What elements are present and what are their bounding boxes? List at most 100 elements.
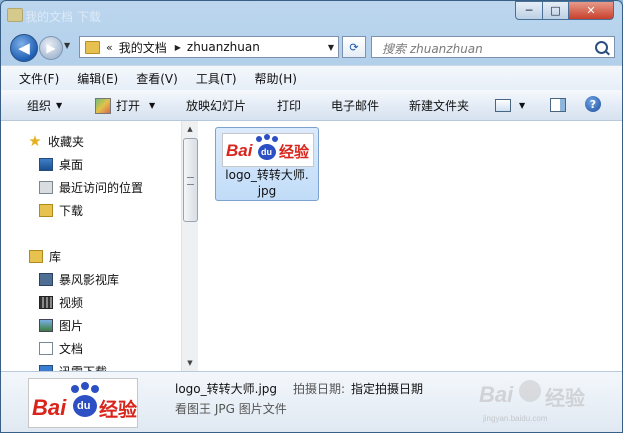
navigation-scrollbar[interactable]: ▲ ▼	[181, 121, 198, 371]
maximize-button[interactable]: □	[542, 1, 569, 20]
menu-help[interactable]: 帮助(H)	[251, 70, 301, 87]
paw-icon	[71, 385, 79, 393]
close-button[interactable]: ✕	[568, 1, 614, 20]
file-name-line: jpg	[257, 184, 277, 198]
tree-label: 迅雷下载	[59, 363, 107, 372]
paw-icon	[272, 136, 278, 142]
film-icon	[39, 295, 53, 309]
watermark-logo: Bai	[479, 382, 514, 407]
open-button[interactable]: 打开 ▼	[95, 97, 155, 114]
downloads-folder-icon	[39, 203, 53, 217]
watermark: Bai 经验 jingyan.baidu.com	[471, 376, 621, 426]
tree-libraries[interactable]: 库	[1, 245, 181, 267]
file-name: logo_转转大师. jpg	[216, 167, 318, 199]
date-taken-value[interactable]: 指定拍摄日期	[351, 380, 423, 397]
email-label: 电子邮件	[331, 99, 380, 113]
file-thumbnail: Bai du 经验	[222, 133, 314, 167]
tree-label: 暴风影视库	[59, 272, 120, 287]
grip-icon	[187, 177, 194, 185]
file-item[interactable]: Bai du 经验 logo_转转大师. jpg	[215, 127, 319, 201]
help-button[interactable]: ?	[585, 96, 601, 112]
scroll-down-icon[interactable]: ▼	[182, 355, 198, 371]
watermark-text: 经验	[545, 388, 585, 410]
tree-label: 桌面	[59, 157, 84, 172]
help-icon: ?	[585, 96, 601, 112]
search-placeholder: 搜索 zhuanzhuan	[382, 42, 483, 56]
refresh-button[interactable]: ⟳	[342, 36, 366, 58]
logo-jingyan: 经验	[99, 400, 138, 421]
video-library-icon	[39, 272, 53, 286]
breadcrumb-zhuanzhuan[interactable]: zhuanzhuan	[187, 40, 260, 54]
breadcrumb-separator-icon[interactable]: ▶	[175, 43, 181, 52]
tree-label: 图片	[59, 318, 84, 333]
command-bar: 组织 ▼ 打开 ▼ 放映幻灯片 打印 电子邮件 新建文件夹 ▼ ?	[1, 90, 622, 121]
tree-item-pictures[interactable]: 图片	[1, 314, 181, 336]
logo-jingyan: 经验	[279, 144, 310, 161]
address-overflow-chevron[interactable]: «	[106, 41, 113, 54]
print-label: 打印	[277, 99, 302, 113]
logo-du: du	[77, 400, 91, 412]
forward-button[interactable]: ▶	[39, 36, 63, 60]
breadcrumb-my-documents[interactable]: 我的文档	[119, 39, 167, 56]
tree-label: 收藏夹	[48, 134, 85, 149]
image-viewer-icon	[95, 97, 111, 114]
tree-favorites[interactable]: ★ 收藏夹	[1, 130, 181, 152]
address-bar[interactable]: « 我的文档 ▶ zhuanzhuan ▼	[79, 36, 339, 58]
tree-label: 文档	[59, 341, 84, 356]
preview-pane-icon	[550, 98, 566, 112]
new-folder-button[interactable]: 新建文件夹	[409, 97, 469, 114]
watermark-url: jingyan.baidu.com	[483, 414, 548, 423]
tree-item-recent-places[interactable]: 最近访问的位置	[1, 176, 181, 198]
change-view-button[interactable]: ▼	[495, 99, 525, 112]
new-folder-label: 新建文件夹	[409, 99, 470, 113]
navigation-pane[interactable]: ★ 收藏夹 桌面 最近访问的位置 下载 库 暴风影视库 视频 图片 文档	[1, 121, 181, 371]
view-icon	[495, 99, 511, 112]
logo-text: Bai	[226, 141, 253, 160]
organize-button[interactable]: 组织 ▼	[27, 97, 62, 114]
paw-icon	[264, 134, 270, 140]
preview-pane-button[interactable]	[550, 98, 566, 112]
back-button[interactable]: ◀	[10, 34, 38, 62]
folder-icon	[85, 40, 100, 54]
tree-label: 库	[49, 249, 62, 264]
menu-file[interactable]: 文件(F)	[15, 70, 63, 87]
details-file-name: logo_转转大师.jpg	[175, 382, 278, 396]
main-content: ★ 收藏夹 桌面 最近访问的位置 下载 库 暴风影视库 视频 图片 文档 ▲ ▼…	[1, 121, 622, 371]
tree-label: 下载	[59, 203, 84, 218]
menu-edit[interactable]: 编辑(E)	[73, 70, 122, 87]
folder-icon	[7, 8, 23, 22]
print-button[interactable]: 打印	[277, 97, 301, 114]
recent-pages-dropdown[interactable]: ▼	[64, 41, 70, 50]
tree-item-desktop[interactable]: 桌面	[1, 153, 181, 175]
scroll-thumb[interactable]	[183, 138, 198, 222]
menu-tools[interactable]: 工具(T)	[192, 70, 241, 87]
tree-item-documents[interactable]: 文档	[1, 337, 181, 359]
search-icon[interactable]	[595, 41, 608, 54]
tree-item-baofeng-library[interactable]: 暴风影视库	[1, 268, 181, 290]
menu-view[interactable]: 查看(V)	[132, 70, 182, 87]
scroll-up-icon[interactable]: ▲	[182, 121, 198, 137]
document-icon	[39, 341, 53, 355]
address-dropdown-icon[interactable]: ▼	[328, 43, 334, 52]
file-name-line: logo_转转大师.	[225, 168, 309, 182]
date-taken-label: 拍摄日期:	[293, 382, 346, 396]
tree-item-videos[interactable]: 视频	[1, 291, 181, 313]
tree-label: 视频	[59, 295, 84, 310]
tree-label: 最近访问的位置	[59, 180, 144, 195]
tree-item-downloads[interactable]: 下载	[1, 199, 181, 221]
desktop-icon	[39, 157, 53, 171]
navigation-bar: ◀ ▶ ▼ « 我的文档 ▶ zhuanzhuan ▼ ⟳ 搜索 zhuanzh…	[1, 31, 622, 63]
tree-item-thunder-downloads[interactable]: 迅雷下载	[1, 360, 181, 371]
chevron-down-icon: ▼	[519, 101, 526, 110]
minimize-button[interactable]: ─	[515, 1, 543, 20]
paw-icon	[519, 380, 541, 402]
logo-text: Bai	[32, 395, 67, 420]
file-list[interactable]: Bai du 经验 logo_转转大师. jpg	[199, 121, 622, 371]
slideshow-button[interactable]: 放映幻灯片	[186, 97, 246, 114]
chevron-down-icon: ▼	[56, 101, 63, 110]
title-bar[interactable]: 我的文档 下载 ─ □ ✕	[1, 1, 622, 31]
search-input[interactable]: 搜索 zhuanzhuan	[371, 36, 615, 58]
email-button[interactable]: 电子邮件	[331, 97, 379, 114]
window-title: 我的文档 下载	[25, 10, 101, 24]
open-label: 打开	[116, 99, 141, 113]
